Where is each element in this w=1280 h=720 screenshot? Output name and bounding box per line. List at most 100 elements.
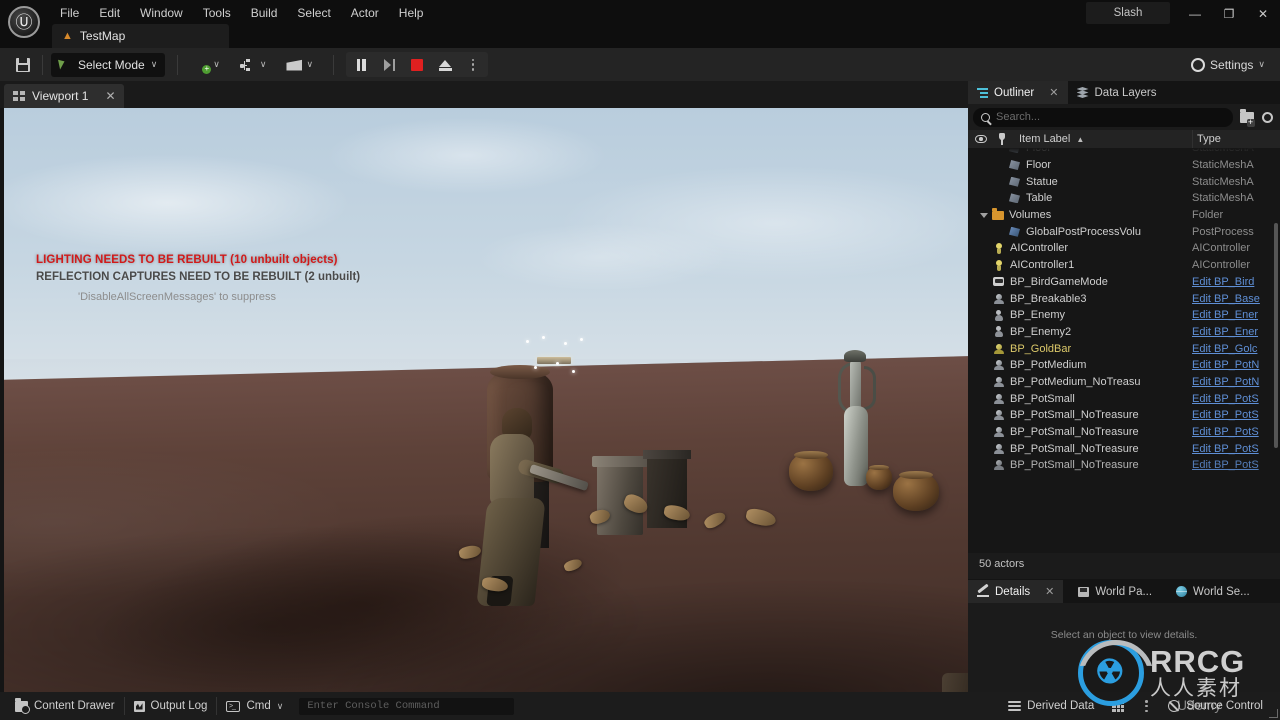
outliner-row[interactable]: BP_Enemy Edit BP_Ener: [968, 307, 1280, 324]
menu-tools[interactable]: Tools: [193, 2, 241, 24]
tab-world-partition[interactable]: World Pa...: [1069, 580, 1161, 603]
chevron-down-icon: ∨: [259, 59, 267, 69]
outliner-row[interactable]: BP_PotSmall Edit BP_PotS: [968, 390, 1280, 407]
static-mesh-icon: [1008, 148, 1021, 155]
outliner-row-label: AIController: [1010, 242, 1069, 255]
outliner-row[interactable]: BP_Enemy2 Edit BP_Ener: [968, 324, 1280, 341]
cinematics-button[interactable]: ∨: [280, 53, 319, 77]
clay-pot-left: [789, 451, 833, 491]
stop-button[interactable]: [404, 53, 430, 76]
unreal-engine-logo-icon[interactable]: Ⓤ: [8, 6, 40, 38]
eye-icon[interactable]: [975, 135, 987, 143]
content-drawer-label: Content Drawer: [34, 700, 115, 712]
outliner-row-label: Table: [1026, 192, 1053, 205]
enemy-icon: [992, 325, 1005, 338]
cmd-dropdown[interactable]: >_ Cmd ∨: [217, 696, 292, 717]
outliner-row[interactable]: BP_PotSmall_NoTreasure Edit BP_PotS: [968, 424, 1280, 441]
blueprints-button[interactable]: ∨: [234, 53, 273, 77]
tab-data-layers[interactable]: Data Layers: [1068, 81, 1166, 104]
tab-world-settings-label: World Se...: [1193, 585, 1250, 598]
console-command-input[interactable]: [299, 697, 515, 715]
close-button[interactable]: ✕: [1246, 1, 1280, 27]
play-options-button[interactable]: [460, 53, 486, 76]
details-pencil-icon: [977, 586, 989, 597]
outliner-row[interactable]: BP_PotSmall_NoTreasure Edit BP_PotS: [968, 440, 1280, 457]
watermark-text: RRCG 人人素材: [1150, 646, 1245, 701]
outliner-row[interactable]: Statue StaticMeshA: [968, 173, 1280, 190]
pause-button[interactable]: [348, 53, 374, 76]
outliner-row-edit-link[interactable]: Edit BP_PotS: [1192, 426, 1272, 438]
column-type[interactable]: Type: [1192, 130, 1221, 148]
outliner-row-edit-link[interactable]: Edit BP_PotS: [1192, 409, 1272, 421]
outliner-row-edit-link[interactable]: Edit BP_Base: [1192, 293, 1272, 305]
settings-button[interactable]: Settings ∨: [1184, 53, 1272, 77]
tab-world-settings[interactable]: World Se...: [1167, 580, 1259, 603]
close-icon[interactable]: ✕: [1045, 585, 1054, 598]
frame-step-button[interactable]: [376, 53, 402, 76]
output-log-button[interactable]: Output Log: [125, 696, 217, 717]
tab-details[interactable]: Details ✕: [968, 580, 1064, 603]
close-icon[interactable]: ✕: [1049, 86, 1058, 99]
outliner-row-edit-link[interactable]: Edit BP_PotS: [1192, 459, 1272, 471]
sort-ascending-icon[interactable]: ▲: [1076, 135, 1084, 144]
outliner-row-edit-link[interactable]: Edit BP_Ener: [1192, 309, 1272, 321]
static-mesh-icon: [1008, 175, 1021, 188]
minimize-button[interactable]: —: [1178, 1, 1212, 27]
menu-actor[interactable]: Actor: [341, 2, 389, 24]
outliner-row-edit-link[interactable]: Edit BP_Ener: [1192, 326, 1272, 338]
outliner-row[interactable]: BP_GoldBar Edit BP_Golc: [968, 340, 1280, 357]
outliner-row-edit-link[interactable]: Edit BP_PotS: [1192, 393, 1272, 405]
menu-file[interactable]: File: [50, 2, 89, 24]
select-mode-dropdown[interactable]: Select Mode ∨: [51, 52, 166, 77]
outliner-row[interactable]: Floor StaticMeshA: [968, 157, 1280, 174]
outliner-row[interactable]: AIController1 AIController: [968, 257, 1280, 274]
output-log-label: Output Log: [150, 700, 208, 712]
outliner-row[interactable]: BP_PotMedium_NoTreasu Edit BP_PotN: [968, 374, 1280, 391]
outliner-row-label: GlobalPostProcessVolu: [1026, 225, 1141, 238]
outliner-row-edit-link[interactable]: Edit BP_PotN: [1192, 376, 1272, 388]
outliner-row[interactable]: AIController AIController: [968, 240, 1280, 257]
expander-chevron-icon[interactable]: [980, 212, 988, 218]
outliner-row[interactable]: BP_Breakable3 Edit BP_Base: [968, 290, 1280, 307]
menu-window[interactable]: Window: [130, 2, 193, 24]
outliner-row-edit-link[interactable]: Edit BP_Golc: [1192, 343, 1272, 355]
outliner-row[interactable]: BP_PotSmall_NoTreasure Edit BP_PotS: [968, 457, 1280, 474]
tab-outliner[interactable]: Outliner ✕: [968, 81, 1068, 104]
menu-help[interactable]: Help: [389, 2, 434, 24]
outliner-row[interactable]: BP_BirdGameMode Edit BP_Bird: [968, 274, 1280, 291]
menu-edit[interactable]: Edit: [89, 2, 130, 24]
search-input[interactable]: Search...: [973, 107, 1233, 127]
outliner-column-header: Item Label ▲ Type: [968, 130, 1280, 148]
outliner-row[interactable]: BP_PotSmall_NoTreasure Edit BP_PotS: [968, 407, 1280, 424]
create-actor-button[interactable]: + ∨: [188, 53, 226, 77]
outliner-row-edit-link[interactable]: Edit BP_PotS: [1192, 443, 1272, 455]
content-drawer-button[interactable]: Content Drawer: [6, 696, 124, 717]
menu-select[interactable]: Select: [287, 2, 340, 24]
outliner-row[interactable]: GlobalPostProcessVolu PostProcess: [968, 223, 1280, 240]
outliner-scrollbar[interactable]: [1274, 223, 1278, 448]
new-folder-button[interactable]: [1239, 109, 1255, 127]
outliner-row-edit-link[interactable]: Edit BP_Bird: [1192, 276, 1272, 288]
outliner-row[interactable]: Table StaticMeshA: [968, 190, 1280, 207]
ewer-neck: [850, 360, 861, 412]
tab-viewport-1[interactable]: Viewport 1 ✕: [4, 84, 124, 108]
column-item-label[interactable]: Item Label: [1019, 133, 1070, 145]
outliner-row[interactable]: Floor StaticMeshA: [968, 148, 1280, 157]
level-tab-testmap[interactable]: ▲ TestMap: [52, 24, 229, 48]
outliner-list[interactable]: Floor StaticMeshA Floor StaticMeshA Statue St…: [968, 148, 1280, 553]
eject-button[interactable]: [432, 53, 458, 76]
close-icon[interactable]: ✕: [105, 89, 115, 103]
window-resize-grip[interactable]: [1269, 709, 1278, 718]
outliner-row-label: BP_PotMedium: [1010, 359, 1087, 372]
level-viewport[interactable]: View: [4, 108, 968, 692]
pin-icon[interactable]: [997, 133, 1007, 145]
maximize-button[interactable]: ❐: [1212, 1, 1246, 27]
outliner-settings-button[interactable]: [1260, 110, 1275, 124]
outliner-row[interactable]: Volumes Folder: [968, 207, 1280, 224]
outliner-row-label: BP_Enemy2: [1010, 325, 1072, 338]
outliner-row-edit-link[interactable]: Edit BP_PotN: [1192, 359, 1272, 371]
actor-icon: [992, 375, 1005, 388]
save-button[interactable]: [10, 53, 36, 77]
menu-build[interactable]: Build: [241, 2, 288, 24]
outliner-row[interactable]: BP_PotMedium Edit BP_PotN: [968, 357, 1280, 374]
